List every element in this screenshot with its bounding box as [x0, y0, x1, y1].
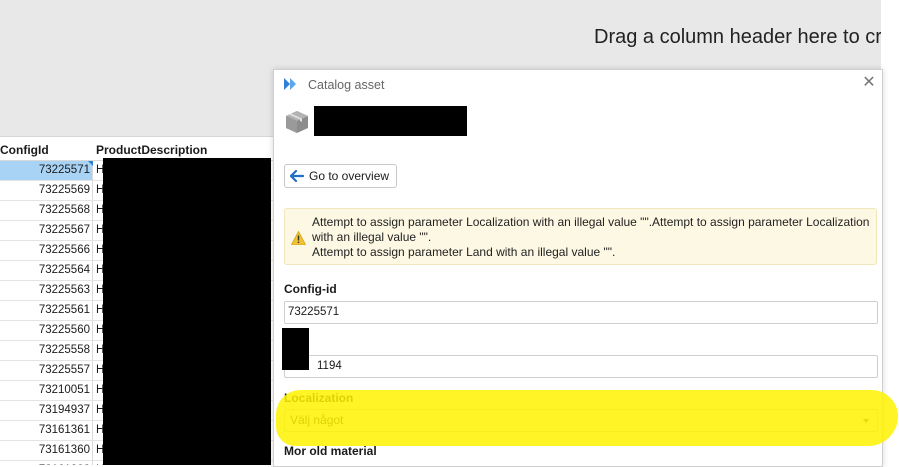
config-id-cell[interactable]: 73225557 [0, 361, 93, 380]
config-id-cell[interactable]: 73161360 [0, 441, 93, 460]
go-to-overview-button[interactable]: Go to overview [284, 164, 398, 188]
warning-message: Attempt to assign parameter Localization… [312, 215, 872, 260]
localization-label: Localization [284, 391, 354, 405]
close-icon[interactable]: ✕ [858, 72, 880, 94]
package-icon [286, 111, 308, 133]
chevron-down-icon[interactable] [863, 419, 869, 423]
redacted-asset-name [314, 106, 467, 136]
app-logo-icon [284, 78, 296, 90]
config-id-cell[interactable]: 73210051 [0, 381, 93, 400]
dialog-title: Catalog asset [308, 78, 385, 92]
config-id-cell[interactable]: 73225563 [0, 281, 93, 300]
group-by-hint: Drag a column header here to cre [594, 26, 894, 48]
localization-selected-value: Välj något [290, 413, 344, 427]
warning-banner: Attempt to assign parameter Localization… [284, 208, 877, 265]
config-id-cell[interactable]: 73225564 [0, 261, 93, 280]
config-id-label: Config-id [284, 282, 337, 296]
arrow-left-icon [290, 170, 304, 182]
catalog-asset-dialog: Catalog asset ✕ Go to overview Attempt t… [273, 69, 883, 467]
config-id-cell[interactable]: 73161202 [0, 461, 93, 465]
redacted-area [103, 158, 271, 465]
selected-cell-marker [88, 161, 93, 166]
redacted-field-label [282, 328, 309, 370]
config-id-cell[interactable]: 73225568 [0, 201, 93, 220]
go-to-overview-label: Go to overview [309, 169, 390, 183]
right-edge [881, 0, 899, 465]
next-field-label: Mor old material [284, 444, 377, 458]
config-id-cell[interactable]: 73225560 [0, 321, 93, 340]
second-field[interactable]: 1194 [284, 355, 878, 378]
config-id-cell[interactable]: 73225566 [0, 241, 93, 260]
config-id-cell[interactable]: 73225558 [0, 341, 93, 360]
config-id-field[interactable]: 73225571 [284, 301, 878, 324]
config-id-cell[interactable]: 73225569 [0, 181, 93, 200]
config-id-cell[interactable]: 73161361 [0, 421, 93, 440]
dialog-titlebar[interactable]: Catalog asset ✕ [274, 70, 882, 99]
config-id-cell[interactable]: 73194937 [0, 401, 93, 420]
column-header-productdescription[interactable]: ProductDescription [96, 143, 207, 157]
warning-line-2: Attempt to assign parameter Land with an… [312, 245, 616, 259]
config-id-cell[interactable]: 73225561 [0, 301, 93, 320]
config-id-cell[interactable]: 73225571 [0, 161, 93, 180]
column-header-configid[interactable]: ConfigId [0, 143, 49, 157]
warning-icon [291, 231, 306, 245]
localization-select[interactable]: Välj något [284, 409, 878, 432]
warning-line-1: Attempt to assign parameter Localization… [312, 215, 873, 244]
config-id-cell[interactable]: 73225567 [0, 221, 93, 240]
